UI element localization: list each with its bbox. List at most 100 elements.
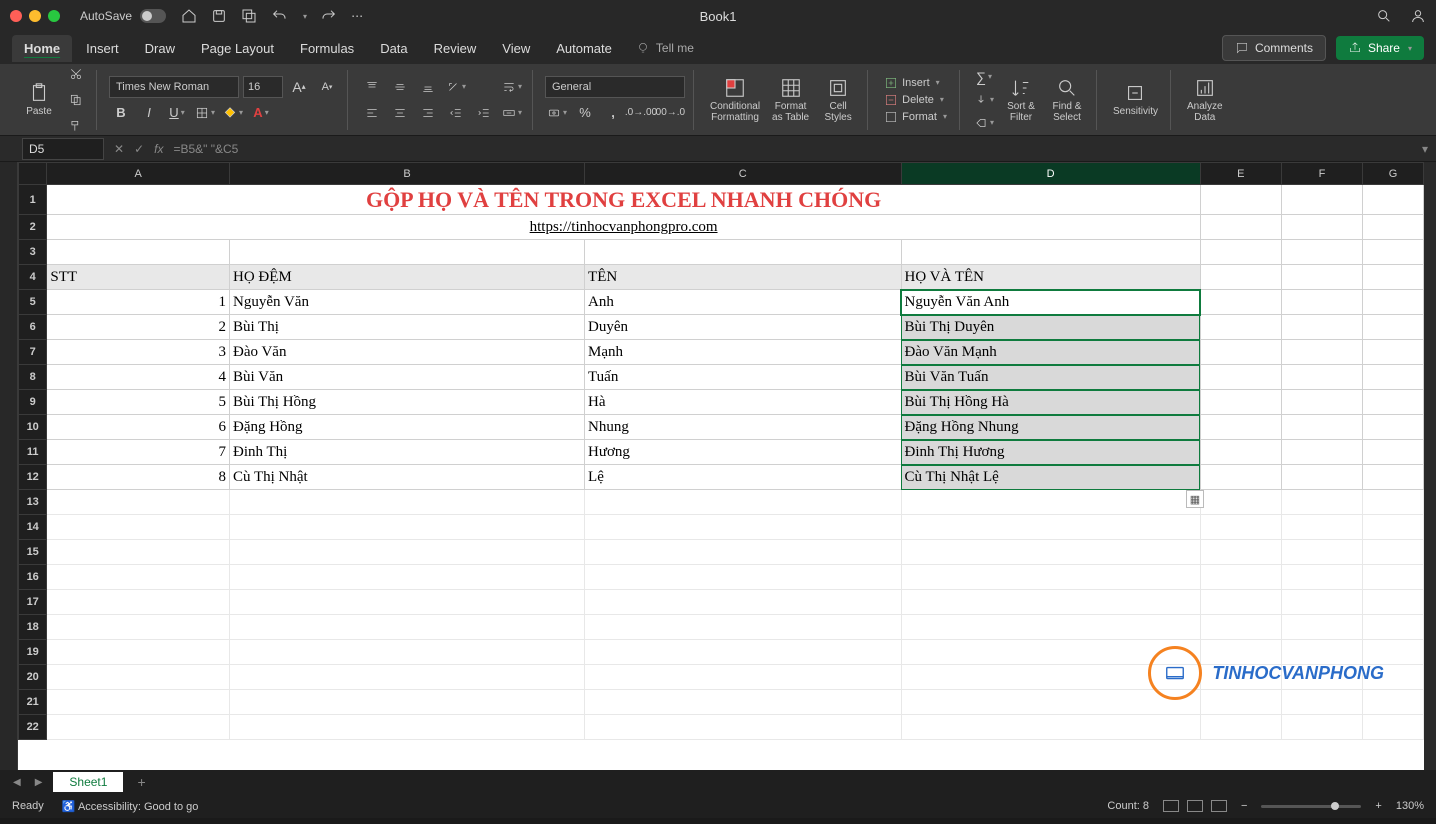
analyze-data-button[interactable]: Analyze Data <box>1183 75 1227 125</box>
row-header[interactable]: 10 <box>19 415 47 440</box>
font-size-select[interactable] <box>243 76 283 98</box>
cell[interactable]: Bùi Thị Hồng <box>229 390 584 415</box>
decrease-decimal-button[interactable]: .00→.0 <box>657 102 681 124</box>
orientation-button[interactable]: ▾ <box>444 76 468 98</box>
chevron-down-icon[interactable]: ▾ <box>303 12 307 21</box>
row-header[interactable]: 6 <box>19 315 47 340</box>
bold-button[interactable]: B <box>109 102 133 124</box>
cell[interactable]: Đặng Hồng Nhung <box>901 415 1200 440</box>
sheet-link[interactable]: https://tinhocvanphongpro.com <box>47 215 1200 240</box>
home-icon[interactable] <box>181 8 197 24</box>
row-header[interactable]: 12 <box>19 465 47 490</box>
minimize-window-icon[interactable] <box>29 10 41 22</box>
cell[interactable]: Mạnh <box>585 340 902 365</box>
sensitivity-button[interactable]: Sensitivity <box>1109 80 1162 119</box>
sheet-tab[interactable]: Sheet1 <box>53 772 123 792</box>
view-mode-buttons[interactable] <box>1163 800 1227 812</box>
tab-insert[interactable]: Insert <box>74 35 131 62</box>
conditional-formatting-button[interactable]: Conditional Formatting <box>706 75 764 125</box>
cell[interactable]: 5 <box>47 390 230 415</box>
comments-button[interactable]: Comments <box>1222 35 1326 61</box>
cell[interactable]: HỌ VÀ TÊN <box>901 265 1200 290</box>
autofill-options-icon[interactable]: ▦ <box>1186 490 1204 508</box>
more-icon[interactable]: ⋯ <box>351 9 363 23</box>
cell[interactable]: Bùi Thị <box>229 315 584 340</box>
align-top-button[interactable] <box>360 76 384 98</box>
cell[interactable]: 7 <box>47 440 230 465</box>
add-sheet-button[interactable]: + <box>131 774 151 790</box>
cell[interactable]: 3 <box>47 340 230 365</box>
currency-button[interactable]: ▾ <box>545 102 569 124</box>
row-header[interactable]: 9 <box>19 390 47 415</box>
col-header-c[interactable]: C <box>585 163 902 185</box>
accept-formula-icon[interactable]: ✓ <box>134 142 144 156</box>
row-header[interactable]: 8 <box>19 365 47 390</box>
col-header-d[interactable]: D <box>901 163 1200 185</box>
wrap-text-button[interactable]: ▾ <box>500 76 524 98</box>
cell[interactable]: 1 <box>47 290 230 315</box>
autosave-toggle[interactable]: AutoSave <box>80 9 166 23</box>
row-header[interactable]: 11 <box>19 440 47 465</box>
copy-button[interactable] <box>64 89 88 111</box>
zoom-out-button[interactable]: − <box>1241 800 1247 812</box>
row-header[interactable]: 17 <box>19 590 47 615</box>
cell[interactable]: Bùi Văn Tuấn <box>901 365 1200 390</box>
row-header[interactable]: 1 <box>19 185 47 215</box>
cell[interactable]: Tuấn <box>585 365 902 390</box>
underline-button[interactable]: U▾ <box>165 102 189 124</box>
decrease-font-button[interactable]: A▾ <box>315 76 339 98</box>
row-header[interactable]: 15 <box>19 540 47 565</box>
increase-indent-button[interactable] <box>472 102 496 124</box>
fill-color-button[interactable]: ▾ <box>221 102 245 124</box>
cell[interactable]: Cù Thị Nhật Lệ <box>901 465 1200 490</box>
row-header[interactable]: 13 <box>19 490 47 515</box>
account-icon[interactable] <box>1410 8 1426 24</box>
cell[interactable]: Đào Văn Mạnh <box>901 340 1200 365</box>
save-copy-icon[interactable] <box>241 8 257 24</box>
autosum-button[interactable]: ∑▾ <box>972 66 996 88</box>
cell[interactable]: TÊN <box>585 265 902 290</box>
find-select-button[interactable]: Find & Select <box>1046 75 1088 125</box>
row-header[interactable]: 20 <box>19 665 47 690</box>
status-accessibility[interactable]: ♿ Accessibility: Good to go <box>62 800 199 813</box>
cut-button[interactable] <box>64 63 88 85</box>
cell[interactable]: Bùi Thị Hồng Hà <box>901 390 1200 415</box>
percent-button[interactable]: % <box>573 102 597 124</box>
increase-decimal-button[interactable]: .0→.00 <box>629 102 653 124</box>
align-center-button[interactable] <box>388 102 412 124</box>
col-header-b[interactable]: B <box>229 163 584 185</box>
row-header[interactable]: 16 <box>19 565 47 590</box>
zoom-level[interactable]: 130% <box>1396 800 1424 812</box>
tab-page-layout[interactable]: Page Layout <box>189 35 286 62</box>
sheet-nav-prev-icon[interactable]: ◀ <box>10 777 24 788</box>
insert-cells-button[interactable]: Insert▾ <box>880 75 951 91</box>
tab-home[interactable]: Home <box>12 35 72 62</box>
cell[interactable]: Lệ <box>585 465 902 490</box>
col-header-f[interactable]: F <box>1281 163 1362 185</box>
row-header[interactable]: 3 <box>19 240 47 265</box>
cell[interactable]: Duyên <box>585 315 902 340</box>
fill-button[interactable]: ▾ <box>972 89 996 111</box>
sheet-nav-next-icon[interactable]: ▶ <box>32 777 46 788</box>
cell[interactable]: Bùi Văn <box>229 365 584 390</box>
col-header-e[interactable]: E <box>1200 163 1281 185</box>
align-bottom-button[interactable] <box>416 76 440 98</box>
row-header[interactable]: 7 <box>19 340 47 365</box>
save-icon[interactable] <box>211 8 227 24</box>
select-all-corner[interactable] <box>19 163 47 185</box>
tab-formulas[interactable]: Formulas <box>288 35 366 62</box>
paste-button[interactable]: Paste <box>18 80 60 119</box>
row-header[interactable]: 19 <box>19 640 47 665</box>
cell[interactable]: Đinh Thị <box>229 440 584 465</box>
format-painter-button[interactable] <box>64 115 88 137</box>
maximize-window-icon[interactable] <box>48 10 60 22</box>
row-header[interactable]: 22 <box>19 715 47 740</box>
cell[interactable]: Hương <box>585 440 902 465</box>
toggle-icon[interactable] <box>140 9 166 23</box>
cell[interactable]: Anh <box>585 290 902 315</box>
decrease-indent-button[interactable] <box>444 102 468 124</box>
expand-formula-bar-icon[interactable]: ▾ <box>1414 142 1436 156</box>
tab-draw[interactable]: Draw <box>133 35 187 62</box>
format-as-table-button[interactable]: Format as Table <box>768 75 813 125</box>
font-color-button[interactable]: A▾ <box>249 102 273 124</box>
